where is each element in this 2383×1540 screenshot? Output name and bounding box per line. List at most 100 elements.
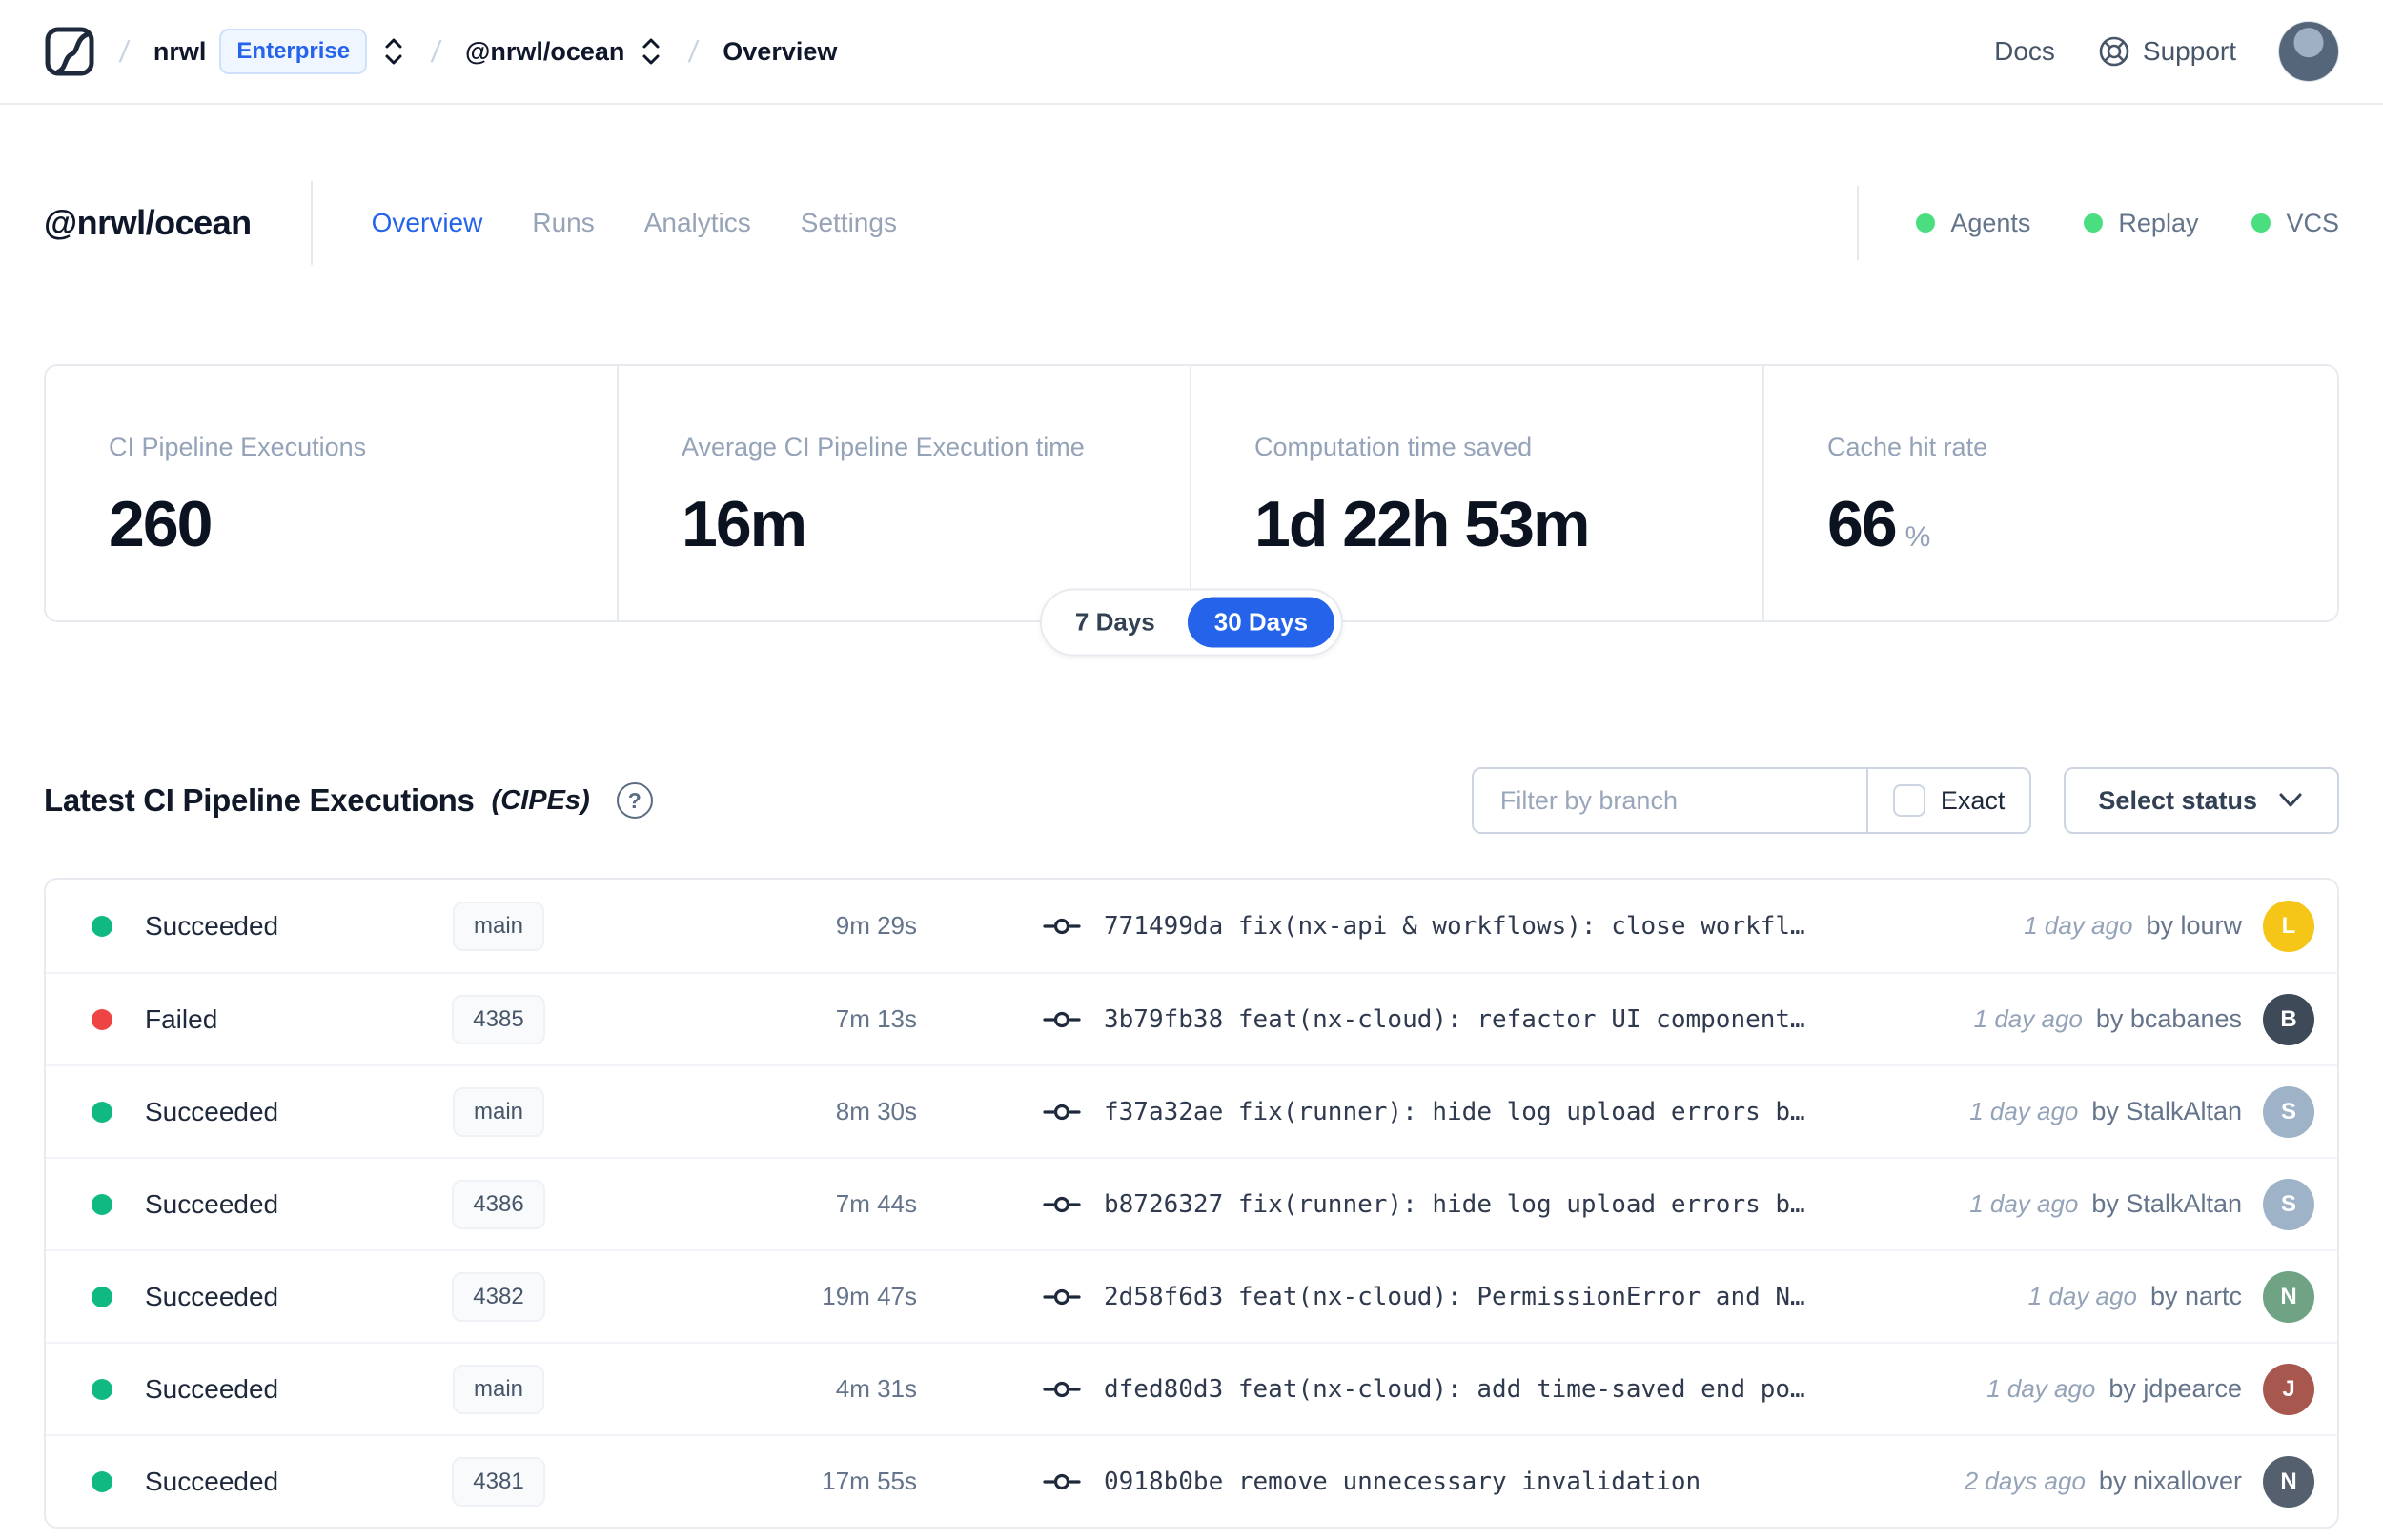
status-label: Succeeded: [145, 1281, 279, 1311]
range-7-days[interactable]: 7 Days: [1049, 598, 1182, 648]
author-avatar[interactable]: N: [2263, 1270, 2314, 1323]
workspace-tabs: Overview Runs Analytics Settings: [372, 208, 897, 238]
branch-badge[interactable]: 4385: [452, 994, 545, 1044]
workspace-header: @nrwl/ocean Overview Runs Analytics Sett…: [0, 179, 2383, 267]
author-avatar[interactable]: B: [2263, 993, 2314, 1045]
duration-value: 7m 13s: [835, 1004, 917, 1033]
git-commit-icon: [1043, 1288, 1081, 1305]
stat-label: Computation time saved: [1254, 433, 1533, 461]
tab-analytics[interactable]: Analytics: [644, 208, 751, 238]
table-row[interactable]: Succeeded 4386 7m 44s b8726327 fix(runne…: [46, 1157, 2337, 1249]
breadcrumb-separator: /: [686, 33, 701, 69]
branch-badge[interactable]: main: [452, 1086, 545, 1137]
range-30-days[interactable]: 30 Days: [1187, 597, 1335, 648]
support-link[interactable]: Support: [2097, 34, 2236, 69]
nx-cloud-logo[interactable]: [44, 26, 95, 77]
cipes-title: Latest CI Pipeline Executions: [44, 782, 475, 818]
table-row[interactable]: Succeeded main 4m 31s dfed80d3 feat(nx-c…: [46, 1342, 2337, 1434]
time-ago: 1 day ago: [1986, 1374, 2096, 1403]
help-icon[interactable]: ?: [616, 782, 653, 819]
cipe-table: Succeeded main 9m 29s 771499da fix(nx-ap…: [44, 878, 2339, 1529]
tab-overview[interactable]: Overview: [372, 208, 483, 238]
breadcrumb-page: Overview: [723, 36, 838, 66]
page-title: @nrwl/ocean: [44, 203, 252, 242]
commit-message[interactable]: 3b79fb38 feat(nx-cloud): refactor UI com…: [1104, 1005, 1805, 1034]
commit-message[interactable]: 0918b0be remove unnecessary invalidation: [1104, 1468, 1701, 1496]
commit-message[interactable]: 2d58f6d3 feat(nx-cloud): PermissionError…: [1104, 1283, 1805, 1311]
workspace-switcher-icon[interactable]: [638, 35, 664, 68]
indicator-vcs[interactable]: VCS: [2251, 209, 2339, 238]
status-dot-icon: [92, 1286, 112, 1307]
stat-label: CI Pipeline Executions: [109, 433, 367, 461]
branch-badge[interactable]: 4386: [452, 1179, 545, 1229]
author-avatar[interactable]: S: [2263, 1178, 2314, 1230]
user-avatar[interactable]: [2278, 21, 2339, 82]
duration-value: 19m 47s: [822, 1282, 917, 1310]
status-dot-icon: [92, 1470, 112, 1492]
status-dot-icon: [92, 915, 112, 937]
status-dot-icon: [92, 1378, 112, 1400]
author-avatar[interactable]: L: [2263, 900, 2314, 952]
indicator-label: Replay: [2118, 208, 2199, 237]
author-name: by StalkAltan: [2091, 1189, 2242, 1218]
status-label: Failed: [145, 1003, 218, 1034]
stat-value: 1d 22h 53m: [1254, 488, 1590, 560]
stat-label: Average CI Pipeline Execution time: [682, 433, 1085, 461]
indicator-label: Agents: [1950, 208, 2031, 237]
table-row[interactable]: Succeeded 4382 19m 47s 2d58f6d3 feat(nx-…: [46, 1249, 2337, 1342]
docs-link[interactable]: Docs: [1994, 36, 2055, 67]
breadcrumb-separator: /: [117, 33, 132, 69]
author-name: by nixallover: [2098, 1467, 2242, 1495]
tab-settings[interactable]: Settings: [801, 208, 897, 238]
table-row[interactable]: Succeeded main 9m 29s 771499da fix(nx-ap…: [46, 880, 2337, 972]
branch-badge[interactable]: main: [452, 901, 545, 951]
git-commit-icon: [1043, 918, 1081, 934]
status-indicators: Agents Replay VCS: [1916, 209, 2339, 238]
commit-message[interactable]: b8726327 fix(runner): hide log upload er…: [1104, 1190, 1805, 1219]
indicator-agents[interactable]: Agents: [1916, 209, 2030, 238]
status-label: Succeeded: [145, 910, 279, 941]
status-dot-icon: [92, 1193, 112, 1215]
workspace-name[interactable]: @nrwl/ocean: [465, 37, 624, 67]
time-ago: 2 days ago: [1964, 1467, 2086, 1495]
commit-message[interactable]: 771499da fix(nx-api & workflows): close …: [1104, 912, 1805, 941]
commit-message[interactable]: dfed80d3 feat(nx-cloud): add time-saved …: [1104, 1375, 1805, 1404]
status-label: Succeeded: [145, 1466, 279, 1496]
select-status-dropdown[interactable]: Select status: [2064, 767, 2339, 834]
status-dot-icon: [92, 1101, 112, 1123]
table-row[interactable]: Succeeded 4381 17m 55s 0918b0be remove u…: [46, 1434, 2337, 1527]
table-row[interactable]: Failed 4385 7m 13s 3b79fb38 feat(nx-clou…: [46, 972, 2337, 1064]
author-avatar[interactable]: S: [2263, 1085, 2314, 1138]
author-avatar[interactable]: J: [2263, 1363, 2314, 1415]
author-name: by bcabanes: [2095, 1004, 2242, 1033]
duration-value: 9m 29s: [835, 911, 917, 940]
commit-message[interactable]: f37a32ae fix(runner): hide log upload er…: [1104, 1098, 1805, 1126]
branch-badge[interactable]: main: [452, 1364, 545, 1414]
author-name: by StalkAltan: [2091, 1097, 2242, 1125]
stat-value: 260: [109, 488, 213, 560]
breadcrumb-workspace[interactable]: @nrwl/ocean: [465, 35, 664, 68]
duration-value: 4m 31s: [835, 1374, 917, 1403]
org-switcher-icon[interactable]: [380, 35, 407, 68]
stat-unit: %: [1904, 521, 1931, 553]
stat-average-execution-time: Average CI Pipeline Execution time 16m: [619, 366, 1192, 620]
branch-badge[interactable]: 4381: [452, 1456, 545, 1507]
indicator-replay[interactable]: Replay: [2084, 209, 2198, 238]
divider: [310, 181, 313, 265]
support-label: Support: [2142, 36, 2236, 66]
time-ago: 1 day ago: [1969, 1189, 2079, 1218]
green-dot-icon: [2251, 213, 2271, 233]
exact-checkbox[interactable]: [1892, 784, 1925, 817]
author-avatar[interactable]: N: [2263, 1455, 2314, 1508]
org-name[interactable]: nrwl: [153, 37, 207, 67]
stat-cache-hit-rate: Cache hit rate 66%: [1764, 366, 2337, 620]
tab-runs[interactable]: Runs: [532, 208, 594, 238]
stat-label: Cache hit rate: [1827, 433, 1988, 461]
table-row[interactable]: Succeeded main 8m 30s f37a32ae fix(runne…: [46, 1064, 2337, 1157]
git-commit-icon: [1043, 1104, 1081, 1120]
breadcrumb-org[interactable]: nrwl Enterprise: [153, 29, 407, 74]
branch-badge[interactable]: 4382: [452, 1271, 545, 1322]
author-name: by jdpearce: [2108, 1374, 2242, 1403]
date-range-toggle: 7 Days 30 Days: [1039, 588, 1344, 657]
branch-filter-input[interactable]: [1473, 769, 1866, 832]
